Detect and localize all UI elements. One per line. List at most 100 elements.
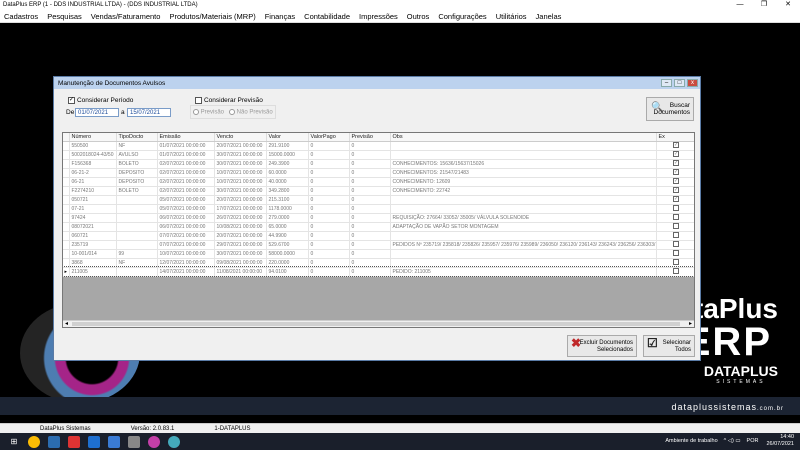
date-from-input[interactable]: 01/07/2021 [75, 108, 119, 117]
col-emissao[interactable]: Emissão [157, 133, 215, 142]
cell-ex[interactable]: ✓ [656, 141, 694, 151]
menu-cadastros[interactable]: Cadastros [4, 12, 38, 21]
menu-financas[interactable]: Finanças [265, 12, 295, 21]
cell-previsao[interactable]: 0 [349, 186, 391, 196]
cell-vencto[interactable]: 10/08/2021 00:00:00 [214, 222, 267, 232]
cell-obs[interactable] [390, 150, 657, 160]
cell-numero[interactable]: 3868 [69, 258, 117, 268]
table-row[interactable]: 235719 07/07/2021 00:00:00 29/07/2021 00:0… [63, 240, 694, 250]
cell-valorpago[interactable]: 0 [308, 168, 350, 178]
cell-valor[interactable]: 60.0000 [266, 168, 309, 178]
windows-start-icon[interactable]: ⊞ [8, 436, 20, 448]
cell-tipodocto[interactable] [116, 204, 158, 214]
horizontal-scrollbar[interactable]: ◂ ▸ [63, 320, 694, 327]
col-valor[interactable]: Valor [266, 133, 309, 142]
cell-tipodocto[interactable]: NF [116, 141, 158, 151]
cell-vencto[interactable]: 20/07/2021 00:00:00 [214, 231, 267, 241]
cell-obs[interactable] [390, 231, 657, 241]
considerar-previsao-checkbox[interactable]: Considerar Previsão [195, 97, 263, 104]
table-row[interactable]: ▸ 211005 14/07/2021 00:00:00 11/08/2021 00:… [63, 266, 694, 277]
cell-ex[interactable]: ✓ [656, 195, 694, 205]
cell-tipodocto[interactable]: NF [116, 258, 158, 268]
cell-ex[interactable] [656, 267, 694, 277]
cell-valor[interactable]: 529.6700 [266, 240, 309, 250]
cell-obs[interactable] [390, 249, 657, 259]
table-row[interactable]: 06-21 DEPOSITO 02/07/2021 00:00:00 10/07/20… [63, 177, 694, 187]
language-indicator[interactable]: POR [747, 438, 759, 444]
cell-valor[interactable]: 40.0000 [266, 177, 309, 187]
cell-obs[interactable]: CONHECIMENTO: 12609 [390, 177, 657, 187]
table-row[interactable]: F2274210 BOLETO 02/07/2021 00:00:00 30/07/2… [63, 186, 694, 196]
cell-vencto[interactable]: 10/07/2021 00:00:00 [214, 168, 267, 178]
menu-vendas-faturamento[interactable]: Vendas/Faturamento [91, 12, 161, 21]
cell-numero[interactable]: 550500 [69, 141, 117, 151]
cell-numero[interactable]: 10-001/014 [69, 249, 117, 259]
cell-ex[interactable]: ✓ [656, 159, 694, 169]
tray-icons[interactable]: ^ ◁) ▭ [724, 438, 741, 444]
cell-emissao[interactable]: 10/07/2021 00:00:00 [157, 249, 215, 259]
cell-tipodocto[interactable] [116, 222, 158, 232]
cell-valor[interactable]: 65.0000 [266, 222, 309, 232]
cell-valorpago[interactable]: 0 [308, 177, 350, 187]
menu-outros[interactable]: Outros [407, 12, 430, 21]
app-icon[interactable] [68, 435, 80, 448]
cell-valorpago[interactable]: 0 [308, 159, 350, 169]
cell-tipodocto[interactable] [116, 267, 158, 277]
app-icon[interactable] [128, 435, 140, 448]
checkbox-checked-icon[interactable]: ✓ [673, 196, 679, 203]
cell-numero[interactable]: 97424 [69, 213, 117, 223]
checkbox-checked-icon[interactable]: ✓ [673, 151, 679, 158]
cell-valorpago[interactable]: 0 [308, 249, 350, 259]
menu-janelas[interactable]: Janelas [536, 12, 562, 21]
checkbox-checked-icon[interactable]: ✓ [673, 169, 679, 176]
cell-obs[interactable]: ADAPTAÇÃO DE VAPÃO SETOR MONTAGEM [390, 222, 657, 232]
col-previsao[interactable]: Previsão [349, 133, 391, 142]
cell-previsao[interactable]: 0 [349, 231, 391, 241]
cell-emissao[interactable]: 12/07/2021 00:00:00 [157, 258, 215, 268]
cell-vencto[interactable]: 17/07/2021 00:00:00 [214, 204, 267, 214]
cell-obs[interactable]: PEDIDOS Nº 235719/ 235818/ 235826/ 23595… [390, 240, 657, 250]
cell-valor[interactable]: 215.3100 [266, 195, 309, 205]
cell-previsao[interactable]: 0 [349, 258, 391, 268]
cell-previsao[interactable]: 0 [349, 159, 391, 169]
table-row[interactable]: 10-001/014 99 10/07/2021 00:00:00 30/07/202… [63, 249, 694, 259]
cell-previsao[interactable]: 0 [349, 141, 391, 151]
cell-valor[interactable]: 279.0000 [266, 213, 309, 223]
scroll-right-icon[interactable]: ▸ [689, 320, 692, 327]
cell-vencto[interactable]: 29/07/2021 00:00:00 [214, 240, 267, 250]
table-row[interactable]: 5002018024-43/50 AVULSO 01/07/2021 00:00:0… [63, 150, 694, 160]
cell-numero[interactable]: F2274210 [69, 186, 117, 196]
cell-obs[interactable]: PEDIDO: 211005 [390, 267, 657, 277]
cell-obs[interactable] [390, 141, 657, 151]
col-tipodocto[interactable]: TipoDocto [116, 133, 158, 142]
cell-numero[interactable]: 235719 [69, 240, 117, 250]
cell-tipodocto[interactable] [116, 213, 158, 223]
date-to-input[interactable]: 15/07/2021 [127, 108, 171, 117]
menu-utilitarios[interactable]: Utilitários [496, 12, 527, 21]
cell-previsao[interactable]: 0 [349, 222, 391, 232]
cell-numero[interactable]: 5002018024-43/50 [69, 150, 117, 160]
word-icon[interactable] [108, 435, 120, 448]
cell-valor[interactable]: 349.2800 [266, 186, 309, 196]
cell-ex[interactable]: ✓ [656, 168, 694, 178]
cell-ex[interactable]: ✓ [656, 186, 694, 196]
cell-valorpago[interactable]: 0 [308, 222, 350, 232]
cell-vencto[interactable]: 09/08/2021 00:00:00 [214, 258, 267, 268]
dataplus-icon[interactable] [148, 435, 160, 448]
outlook-icon[interactable] [88, 435, 100, 448]
minimize-button[interactable]: — [728, 0, 752, 10]
cell-obs[interactable]: CONHECIMENTOS: 21547/21483 [390, 168, 657, 178]
cell-obs[interactable] [390, 204, 657, 214]
table-row[interactable]: 550500 NF 01/07/2021 00:00:00 20/07/2021 00… [63, 141, 694, 151]
col-ex[interactable]: Ex [656, 133, 694, 142]
checkbox-unchecked-icon[interactable] [673, 268, 679, 275]
cell-previsao[interactable]: 0 [349, 150, 391, 160]
previsao-radio[interactable]: Previsão [193, 109, 224, 116]
chrome-icon[interactable] [28, 435, 40, 448]
cell-valorpago[interactable]: 0 [308, 267, 350, 277]
cell-valor[interactable]: 44.9900 [266, 231, 309, 241]
checkbox-checked-icon[interactable]: ✓ [673, 178, 679, 185]
cell-obs[interactable] [390, 195, 657, 205]
menu-impressoes[interactable]: Impressões [359, 12, 398, 21]
cell-vencto[interactable]: 30/07/2021 00:00:00 [214, 249, 267, 259]
